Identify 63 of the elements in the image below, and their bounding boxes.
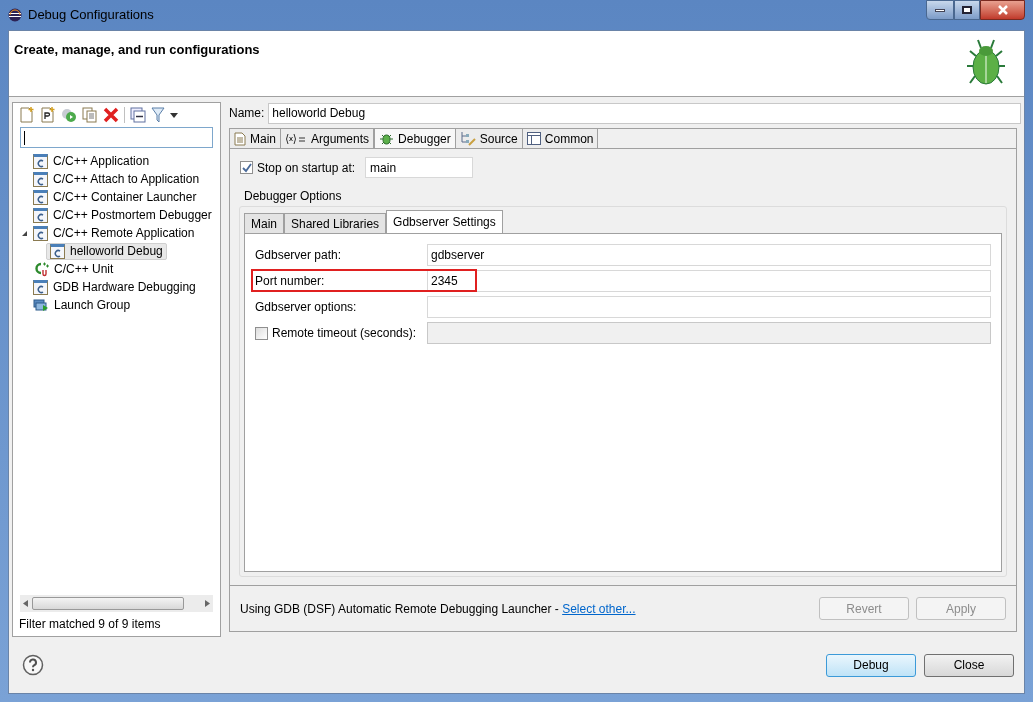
field-label: Gdbserver options: [255,299,357,316]
tree-item[interactable]: C/C++ Unit [54,260,114,278]
tree-item[interactable]: C/C++ Application [53,152,150,170]
tree-item[interactable]: GDB Hardware Debugging [53,278,196,296]
expanded-arrow-icon[interactable] [20,229,28,237]
close-button[interactable] [980,0,1025,20]
table-icon [526,132,541,145]
document-icon [234,131,246,146]
horizontal-scrollbar[interactable] [20,595,213,612]
input-field[interactable]: 2345 [427,270,991,292]
input-field[interactable]: gdbserver [427,244,991,266]
input-field[interactable] [427,296,991,318]
name-field[interactable]: helloworld Debug [268,102,1021,124]
minimize-button[interactable] [926,0,954,20]
maximize-button[interactable] [954,0,980,20]
scroll-right-arrow-icon[interactable] [205,600,210,607]
tree-item[interactable]: C/C++ Container Launcher [53,188,197,206]
checkbox-label: Stop on startup at: [257,159,356,177]
field-label: Remote timeout (seconds): [272,325,417,342]
launcher-text: Using GDB (DSF) Automatic Remote Debugging Launcher - [240,600,560,618]
duplicate-icon[interactable] [82,107,98,123]
tree-item[interactable]: C/C++ Postmortem Debugger [53,206,212,224]
c-file-icon [33,171,48,187]
startup-symbol-field[interactable]: main [365,157,474,178]
tree-item[interactable]: C/C++ Attach to Application [53,170,200,188]
dialog-button[interactable]: Debug [826,653,916,677]
tree-item[interactable]: C/C++ Remote Application [53,224,195,242]
c-file-icon [33,207,48,223]
close-icon [996,5,1009,15]
scroll-left-arrow-icon[interactable] [23,600,28,607]
delete-icon[interactable] [103,107,119,123]
source-tree-icon [459,131,476,146]
new-prototype-icon[interactable] [40,107,56,123]
options-tab[interactable]: Gdbserver Settings [386,210,503,233]
export-icon[interactable] [61,107,77,123]
c-file-icon [33,153,48,169]
dialog-button[interactable]: Close [924,653,1014,677]
name-label: Name: [229,105,265,122]
c-file-icon [33,189,48,205]
filter-icon[interactable] [151,107,165,123]
checkbox[interactable] [240,161,253,174]
select-other-link[interactable]: Select other... [562,599,636,618]
variable-icon [285,132,307,145]
filter-status: Filter matched 9 of 9 items [18,616,162,633]
bug-icon [379,131,395,146]
options-tab[interactable]: Shared Libraries [284,213,387,233]
tree-item[interactable]: Launch Group [54,296,131,314]
group-title: Debugger Options [243,188,343,205]
launch-group-icon [33,297,49,313]
collapse-all-icon[interactable] [130,107,146,123]
field-label: Port number: [255,273,325,290]
app-icon [8,8,22,22]
c-file-icon [33,279,48,295]
filter-field[interactable] [20,127,213,148]
c-file-icon [50,243,65,259]
dropdown-arrow-icon[interactable] [170,112,178,118]
field-label: Gdbserver path: [255,247,342,264]
dialog-heading: Create, manage, and run configurations [14,41,260,59]
options-tab[interactable]: Main [244,213,284,233]
window-title: Debug Configurations [28,6,154,25]
help-icon[interactable] [22,654,44,676]
unit-test-icon [33,261,49,277]
c-file-icon [33,225,48,241]
